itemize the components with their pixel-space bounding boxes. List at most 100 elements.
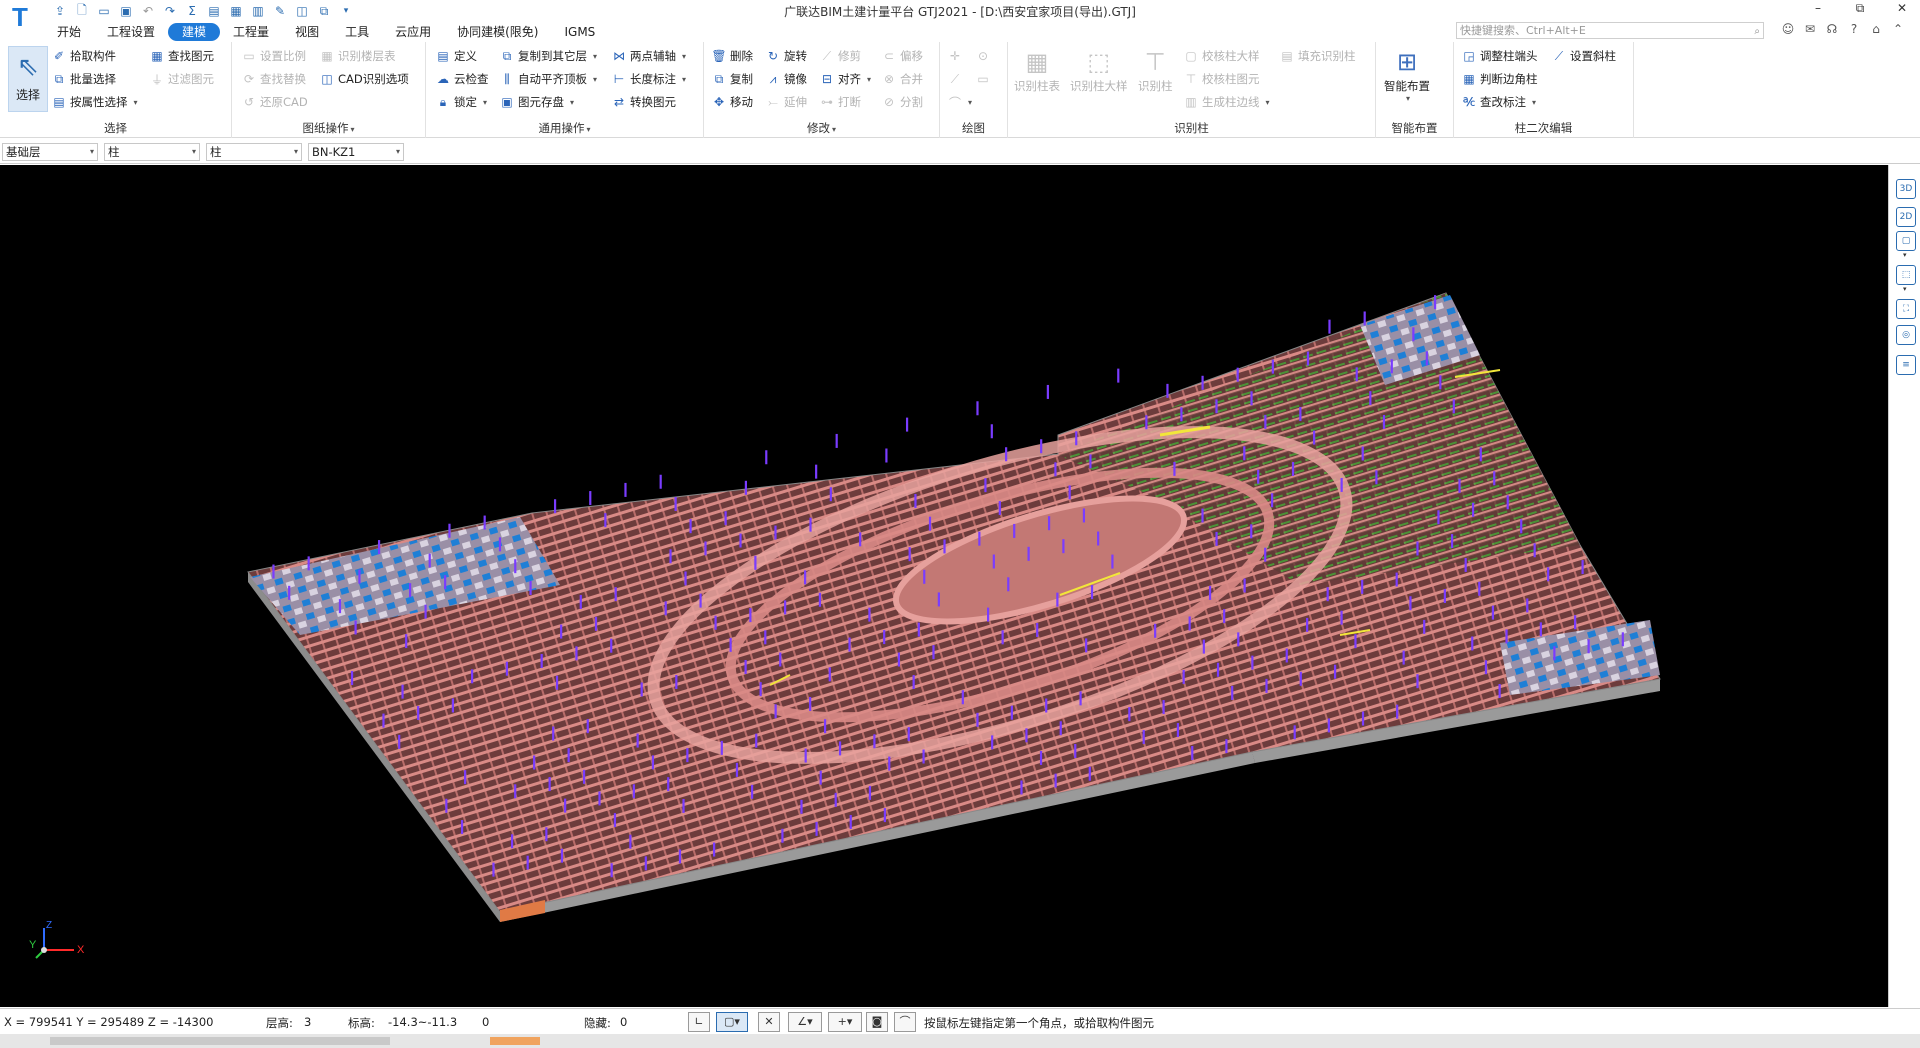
3d-viewport[interactable]: Z X Y bbox=[0, 165, 1888, 1007]
rotate-button[interactable]: ↻ 旋转 bbox=[766, 46, 807, 66]
check-column-detail-button[interactable]: ▢ 校核柱大样 bbox=[1184, 46, 1259, 66]
offset-button[interactable]: ⊂ 偏移 bbox=[882, 46, 923, 66]
fullscreen-button[interactable]: ⛶ bbox=[1896, 299, 1916, 319]
copy-button[interactable]: ⧉ 复制 bbox=[712, 69, 753, 89]
copy-to-other-floor-button[interactable]: ⧉ 复制到其它层 ▾ bbox=[500, 46, 597, 66]
properties-button[interactable]: ≡ bbox=[1896, 355, 1916, 375]
common-ops-label[interactable]: 通用操作 ▾ bbox=[426, 120, 703, 136]
2d-view-button[interactable]: 2D bbox=[1896, 207, 1916, 227]
judge-corner-column-button[interactable]: ▦ 判断边角柱 bbox=[1462, 69, 1537, 89]
set-slanted-column-button[interactable]: ⟋ 设置斜柱 bbox=[1552, 46, 1616, 66]
find-element-button[interactable]: ▦ 查找图元 bbox=[150, 46, 214, 66]
tab-modeling[interactable]: 建模 bbox=[168, 23, 221, 41]
convert-element-button[interactable]: ⇄ 转换图元 bbox=[612, 92, 676, 112]
display-toggle-button[interactable]: ◙ bbox=[866, 1012, 888, 1032]
break-button[interactable]: ⊶ 打断 bbox=[820, 92, 861, 112]
cloud-check-button[interactable]: ☁ 云检查 bbox=[436, 69, 489, 89]
select-by-attribute-button[interactable]: ▤ 按属性选择 ▾ bbox=[52, 92, 137, 112]
recognize-column-table-button[interactable]: ▦ 识别柱表 bbox=[1014, 46, 1060, 94]
ortho-snap-button[interactable]: ∟ bbox=[688, 1012, 710, 1032]
draw-point-button[interactable]: ✛ bbox=[948, 46, 962, 66]
restore-cad-button[interactable]: ↺ 还原CAD bbox=[242, 92, 308, 112]
draw-arc-button[interactable]: ⌒ ▾ bbox=[948, 92, 972, 112]
drawing-ops-label[interactable]: 图纸操作 ▾ bbox=[232, 120, 425, 136]
chevron-down-icon[interactable]: ▾ bbox=[1903, 251, 1907, 259]
headset-icon[interactable]: ☊ bbox=[1824, 22, 1840, 38]
pick-component-button[interactable]: ✐ 拾取构件 bbox=[52, 46, 116, 66]
generate-column-edge-label: 生成柱边线 bbox=[1202, 95, 1260, 109]
tab-project-settings[interactable]: 工程设置 bbox=[94, 23, 168, 41]
recognize-floor-table-button[interactable]: ▦ 识别楼层表 bbox=[320, 46, 395, 66]
tab-collab-modeling[interactable]: 协同建模(限免) bbox=[444, 23, 551, 41]
move-button[interactable]: ✥ 移动 bbox=[712, 92, 753, 112]
lock-button[interactable]: 🔒︎ 锁定 ▾ bbox=[436, 92, 487, 112]
object-snap-button[interactable]: ▢▾ bbox=[716, 1012, 748, 1032]
check-column-element-button[interactable]: ⊤ 校核柱图元 bbox=[1184, 69, 1260, 89]
scroll-thumb[interactable] bbox=[50, 1037, 390, 1045]
shirt-icon[interactable]: ⌂ bbox=[1868, 22, 1884, 38]
orbit-button[interactable]: ◎ bbox=[1896, 325, 1916, 345]
floor-select[interactable]: 基础层 ▾ bbox=[2, 143, 98, 161]
align-button[interactable]: ⊟ 对齐 ▾ bbox=[820, 69, 871, 89]
menu-tabs: 开始 工程设置 建模 工程量 视图 工具 云应用 协同建模(限免) IGMS bbox=[44, 22, 608, 42]
define-button[interactable]: ▤ 定义 bbox=[436, 46, 477, 66]
extend-button[interactable]: ⤚ 延伸 bbox=[766, 92, 807, 112]
mirror-button[interactable]: ⩘ 镜像 bbox=[766, 69, 807, 89]
horizontal-scrollbar[interactable] bbox=[0, 1034, 1920, 1048]
shortcut-search-input[interactable]: 快捷键搜索、Ctrl+Alt+E ⌕ bbox=[1456, 22, 1764, 39]
edit-annotation-button[interactable]: ℀ 查改标注 ▾ bbox=[1462, 92, 1536, 112]
delete-button[interactable]: 🗑︎ 删除 bbox=[711, 46, 753, 66]
recognize-column-button[interactable]: ⊤ 识别柱 bbox=[1138, 46, 1173, 94]
two-point-axis-button[interactable]: ⋈ 两点辅轴 ▾ bbox=[612, 46, 686, 66]
component-select[interactable]: BN-KZ1 ▾ bbox=[308, 143, 404, 161]
merge-button[interactable]: ⊗ 合并 bbox=[882, 69, 923, 89]
draw-rect-button[interactable]: ▭ bbox=[976, 69, 990, 89]
split-button[interactable]: ⊘ 分割 bbox=[882, 92, 923, 112]
cube-view-button[interactable]: ▢ bbox=[1896, 231, 1916, 251]
building-model[interactable] bbox=[0, 165, 1888, 1007]
set-scale-button[interactable]: ▭ 设置比例 bbox=[242, 46, 306, 66]
recognize-column-detail-button[interactable]: ⬚ 识别柱大样 bbox=[1070, 46, 1128, 94]
element-save-button[interactable]: ▣ 图元存盘 ▾ bbox=[500, 92, 574, 112]
find-replace-button[interactable]: ⟳ 查找替换 bbox=[242, 69, 306, 89]
close-button[interactable]: ✕ bbox=[1890, 1, 1914, 19]
tab-cloud[interactable]: 云应用 bbox=[382, 23, 444, 41]
type-select[interactable]: 柱 ▾ bbox=[206, 143, 302, 161]
select-button[interactable]: ⇖ 选择 bbox=[8, 46, 48, 112]
adjust-column-end-button[interactable]: ◲ 调整柱端头 bbox=[1462, 46, 1537, 66]
chat-icon[interactable]: ✉ bbox=[1802, 22, 1818, 38]
check-element-icon: ⊤ bbox=[1185, 72, 1197, 86]
3d-view-button[interactable]: 3D bbox=[1896, 179, 1916, 199]
help-icon[interactable]: ? bbox=[1846, 22, 1862, 38]
tab-tools[interactable]: 工具 bbox=[332, 23, 382, 41]
length-dimension-button[interactable]: ⊢ 长度标注 ▾ bbox=[612, 69, 686, 89]
angle-snap-button[interactable]: ∠▾ bbox=[788, 1012, 822, 1032]
modify-label[interactable]: 修改 ▾ bbox=[704, 120, 939, 136]
cross-select-button[interactable]: ✕ bbox=[758, 1012, 780, 1032]
arc-tool-button[interactable]: ⌒ bbox=[894, 1012, 916, 1032]
box-view-button[interactable]: ⬚ bbox=[1896, 265, 1916, 285]
draw-rotate-point-button[interactable]: ⊙ bbox=[976, 46, 990, 66]
tab-igms[interactable]: IGMS bbox=[551, 23, 608, 41]
smart-layout-button[interactable]: ⊞ 智能布置 ▾ bbox=[1384, 46, 1430, 103]
batch-select-button[interactable]: ⧉ 批量选择 bbox=[52, 69, 116, 89]
chevron-down-icon[interactable]: ▾ bbox=[1903, 285, 1907, 293]
tab-start[interactable]: 开始 bbox=[44, 23, 94, 41]
auto-align-slab-button[interactable]: ⫼ 自动平齐顶板 ▾ bbox=[500, 69, 597, 89]
draw-line-button[interactable]: ⟋ bbox=[948, 69, 962, 89]
tab-quantities[interactable]: 工程量 bbox=[220, 23, 282, 41]
fill-recognize-column-button[interactable]: ▤ 填充识别柱 bbox=[1280, 46, 1355, 66]
filter-element-button[interactable]: ⏚ 过滤图元 bbox=[150, 69, 214, 89]
trim-button[interactable]: ⟋ 修剪 bbox=[820, 46, 861, 66]
restore-button[interactable]: ⧉ bbox=[1848, 1, 1872, 19]
tab-view[interactable]: 视图 bbox=[282, 23, 332, 41]
dynamic-input-button[interactable]: +▾ bbox=[828, 1012, 862, 1032]
category-select[interactable]: 柱 ▾ bbox=[104, 143, 200, 161]
minimize-button[interactable]: – bbox=[1806, 1, 1830, 19]
generate-column-edge-button[interactable]: ▥ 生成柱边线 ▾ bbox=[1184, 92, 1269, 112]
cad-recognize-options-button[interactable]: ◫ CAD识别选项 bbox=[320, 69, 408, 89]
smile-icon[interactable]: ☺ bbox=[1780, 22, 1796, 38]
collapse-ribbon-icon[interactable]: ⌃ bbox=[1890, 22, 1906, 38]
chevron-down-icon: ▾ bbox=[395, 147, 400, 156]
search-icon[interactable]: ⌕ bbox=[1754, 24, 1760, 39]
